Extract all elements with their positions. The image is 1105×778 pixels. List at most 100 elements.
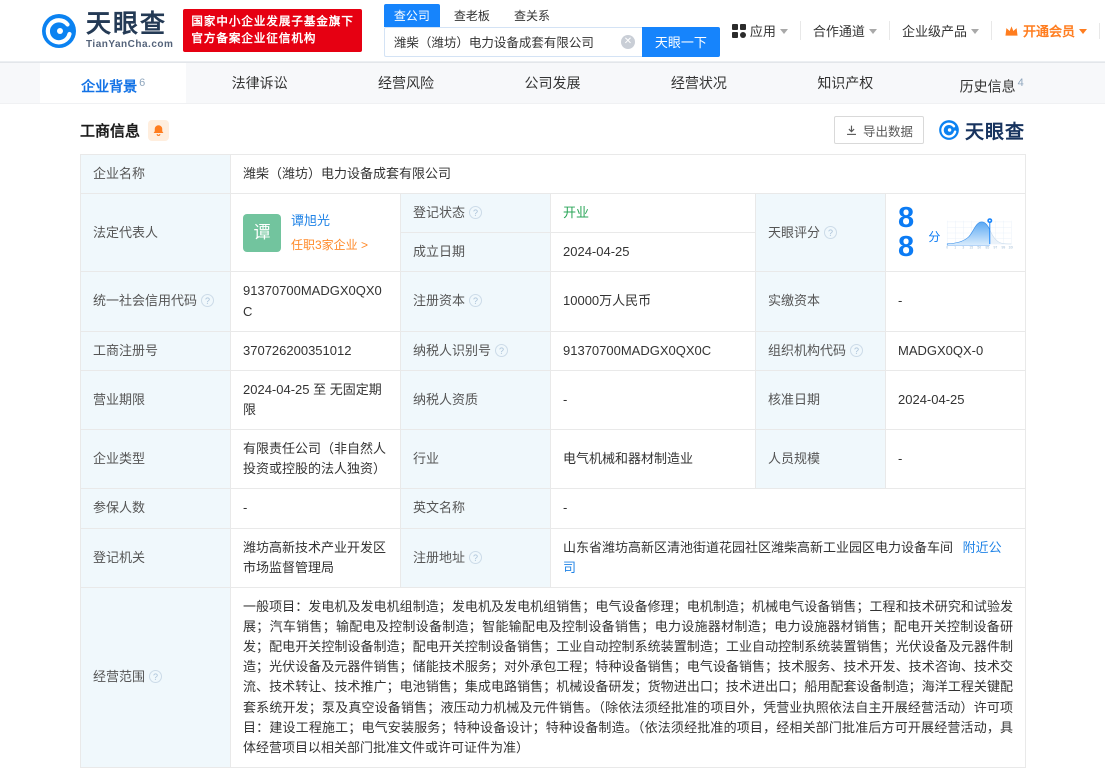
reg-number-label: 工商注册号	[80, 330, 231, 371]
badge-line1: 国家中小企业发展子基金旗下	[191, 15, 354, 28]
chevron-down-icon	[779, 29, 788, 34]
svg-text:97: 97	[994, 245, 998, 249]
section-header: 工商信息 导出数据 天眼查	[80, 116, 1025, 144]
nav-apps-label: 应用	[749, 24, 776, 39]
table-row: 经营范围? 一般项目：发电机及发电机组制造；发电机及发电机组销售；电气设备修理；…	[80, 586, 1027, 768]
company-type-value: 有限责任公司（非自然人投资或控股的法人独资）	[230, 429, 401, 490]
establish-date-value: 2024-04-25	[550, 232, 756, 273]
legal-rep-label: 法定代表人	[80, 193, 231, 273]
staff-size-label: 人员规模	[755, 429, 886, 490]
taxpayer-id-label: 纳税人识别号?	[400, 330, 551, 371]
establish-date-label: 成立日期	[400, 232, 551, 273]
tab-label: 企业背景	[81, 78, 138, 95]
tab-intellectual-property[interactable]: 知识产权	[772, 63, 918, 103]
search-tabs: 查公司 查老板 查关系	[383, 3, 720, 27]
table-row: 营业期限 2024-04-25 至 无固定期限 纳税人资质 - 核准日期 202…	[80, 369, 1027, 431]
help-icon[interactable]: ?	[495, 343, 509, 357]
paid-capital-value: -	[884, 271, 1027, 332]
legal-rep-avatar[interactable]: 谭	[243, 213, 281, 252]
nav-enterprise[interactable]: 企业级产品	[888, 21, 991, 40]
business-scope-value: 一般项目：发电机及发电机组制造；发电机及发电机组销售；电气设备修理；电机制造；机…	[229, 586, 1027, 768]
nav-apps[interactable]: 应用	[720, 21, 800, 40]
nav-vip-label: 开通会员	[1022, 24, 1075, 39]
tab-operation-status[interactable]: 经营状况	[626, 63, 772, 103]
score-cell[interactable]: 88 分 0 1 3 15 50 85 97 99 10	[884, 193, 1027, 273]
export-data-label: 导出数据	[862, 124, 913, 139]
search-cluster: 查公司 查老板 查关系 ✕ 天眼一下	[383, 3, 720, 57]
tab-history-info[interactable]: 历史信息 4	[919, 63, 1065, 103]
insured-count-value: -	[230, 488, 401, 529]
legal-rep-positions-link[interactable]: 任职3家企业 >	[291, 236, 368, 255]
top-nav: 应用 合作通道 企业级产品 开通会员 费米	[720, 21, 1105, 40]
table-row: 企业类型 有限责任公司（非自然人投资或控股的法人独资） 行业 电气机械和器材制造…	[80, 429, 1027, 490]
legal-rep-cell: 谭 谭旭光 任职3家企业 >	[230, 193, 401, 273]
chevron-down-icon	[1078, 29, 1087, 34]
nav-partner[interactable]: 合作通道	[799, 21, 889, 40]
legal-rep-name-link[interactable]: 谭旭光	[291, 211, 368, 231]
help-icon[interactable]: ?	[469, 206, 483, 220]
help-icon[interactable]: ?	[824, 225, 838, 239]
tab-company-background[interactable]: 企业背景 6	[40, 63, 187, 103]
approval-date-value: 2024-04-25	[884, 369, 1027, 431]
tab-count: 4	[1017, 77, 1024, 89]
company-type-label: 企业类型	[80, 429, 231, 490]
help-icon[interactable]: ?	[201, 294, 215, 308]
nav-vip[interactable]: 开通会员	[990, 21, 1099, 40]
svg-text:85: 85	[986, 245, 990, 249]
logo-domain-text: TianYanCha.com	[86, 38, 174, 50]
company-name-value: 潍柴（潍坊）电力设备成套有限公司	[229, 153, 1027, 195]
svg-text:15: 15	[970, 245, 974, 249]
tab-legal-litigation[interactable]: 法律诉讼	[186, 63, 332, 103]
nav-notifications[interactable]	[1098, 22, 1105, 39]
industry-value: 电气机械和器材制造业	[550, 429, 756, 490]
svg-text:1: 1	[955, 245, 957, 249]
registered-address-value: 山东省潍坊高新区清池街道花园社区潍柴高新工业园区电力设备车间 附近公司	[549, 527, 1027, 588]
help-icon[interactable]: ?	[850, 343, 864, 357]
tab-operation-risk[interactable]: 经营风险	[333, 63, 479, 103]
help-icon[interactable]: ?	[149, 670, 163, 684]
section-title: 工商信息	[80, 122, 141, 140]
header: 天眼查 TianYanCha.com 国家中小企业发展子基金旗下 官方备案企业征…	[0, 0, 1105, 62]
insured-count-label: 参保人数	[80, 488, 231, 529]
tianyancha-watermark: 天眼查	[938, 117, 1025, 144]
paid-capital-label: 实缴资本	[755, 271, 886, 332]
search-tab-company[interactable]: 查公司	[383, 3, 440, 27]
search-tab-relation[interactable]: 查关系	[504, 4, 560, 27]
business-scope-label: 经营范围?	[80, 586, 231, 768]
nav-partner-label: 合作通道	[812, 24, 865, 39]
svg-text:0: 0	[947, 245, 949, 249]
tianyancha-logo-icon	[939, 120, 959, 140]
score-value: 88	[898, 201, 915, 263]
industry-label: 行业	[400, 429, 551, 490]
registered-address-label: 注册地址?	[400, 527, 551, 588]
score-label: 天眼评分?	[755, 193, 886, 273]
tianyancha-logo-icon	[42, 13, 76, 48]
chevron-down-icon	[868, 29, 877, 34]
tab-label: 法律诉讼	[231, 75, 288, 91]
svg-text:3: 3	[963, 245, 965, 249]
search-tab-boss[interactable]: 查老板	[444, 4, 500, 27]
status-badge: 开业	[563, 205, 590, 221]
reg-number-value: 370726200351012	[230, 330, 401, 371]
org-code-label: 组织机构代码?	[755, 330, 886, 371]
tab-label: 公司发展	[524, 75, 581, 91]
clear-search-icon[interactable]: ✕	[620, 34, 635, 49]
tab-count: 6	[139, 77, 146, 89]
tab-company-development[interactable]: 公司发展	[479, 63, 625, 103]
monitor-bell-badge[interactable]	[148, 119, 170, 141]
search-input[interactable]	[383, 26, 642, 57]
help-icon[interactable]: ?	[469, 550, 483, 564]
search-button[interactable]: 天眼一下	[641, 26, 720, 57]
english-name-value: -	[549, 488, 1027, 529]
svg-text:50: 50	[978, 245, 982, 249]
table-row: 参保人数 - 英文名称 -	[80, 488, 1027, 529]
reg-status-value: 开业	[550, 193, 756, 234]
apps-grid-icon	[731, 23, 746, 38]
label-text: 注册资本	[413, 293, 466, 309]
taxpayer-id-value: 91370700MADGX0QX0C	[550, 330, 756, 371]
reg-status-label: 登记状态?	[400, 193, 551, 234]
tianyancha-logo[interactable]: 天眼查 TianYanCha.com	[40, 11, 174, 50]
export-data-button[interactable]: 导出数据	[833, 116, 924, 144]
score-distribution-chart: 0 1 3 15 50 85 97 99 100	[947, 217, 1013, 249]
help-icon[interactable]: ?	[469, 294, 483, 308]
